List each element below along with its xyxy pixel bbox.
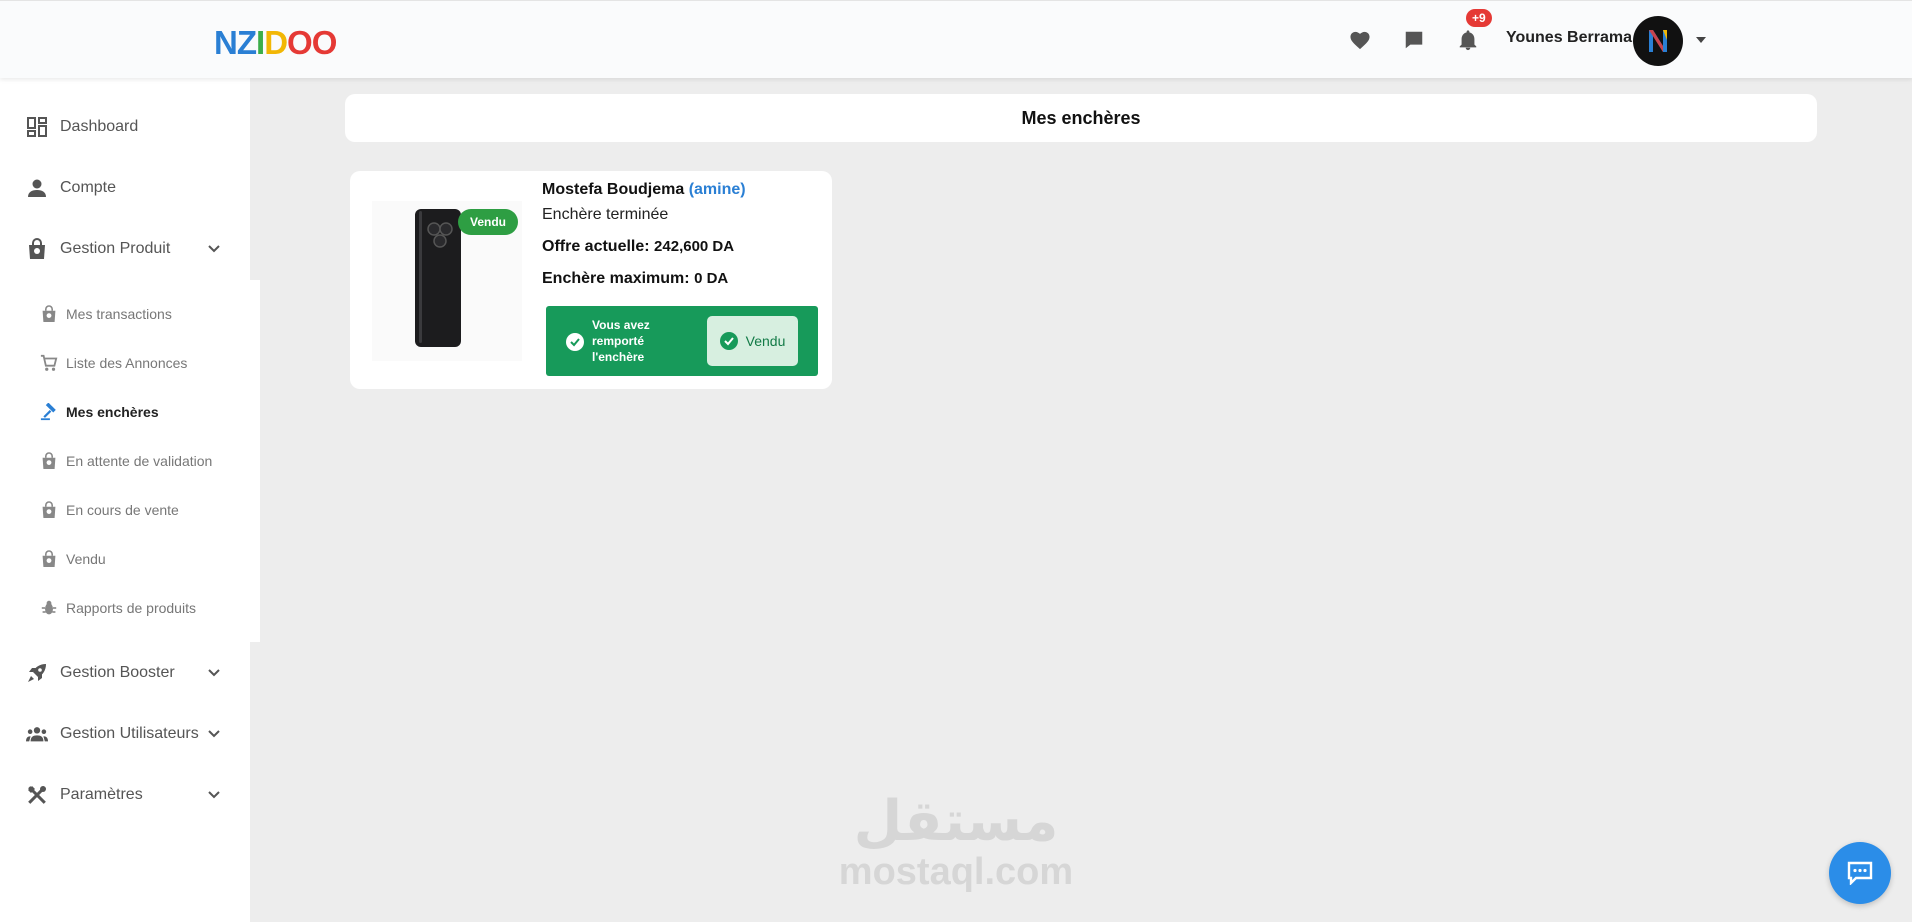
current-offer-label: Offre actuelle: — [542, 238, 650, 255]
sidebar-item-label: Compte — [60, 179, 117, 196]
sidebar-item-label: Gestion Booster — [60, 664, 175, 681]
logo-letter: N — [214, 24, 238, 61]
watermark: مستقل mostaql.com — [836, 789, 1076, 893]
avatar[interactable] — [1633, 16, 1683, 66]
sidebar-item-compte[interactable]: Compte — [26, 173, 222, 203]
seller-fullname: Mostefa Boudjema — [542, 181, 685, 198]
sidebar-item-gestion-utilisateurs[interactable]: Gestion Utilisateurs — [26, 719, 222, 749]
sidebar-subitem-label: Mes enchères — [66, 404, 159, 420]
rocket-icon — [26, 662, 48, 684]
bag-icon — [40, 501, 58, 519]
sidebar-item-label: Paramètres — [60, 786, 143, 803]
auction-won-banner: Vous avez remporté l'enchère Vendu — [546, 306, 818, 376]
gavel-icon — [40, 403, 58, 421]
sidebar-subitem-label: Mes transactions — [66, 306, 172, 322]
sidebar-subitem-label: Liste des Annonces — [66, 355, 188, 371]
page-title: Mes enchères — [1021, 107, 1141, 128]
sidebar-subitem-en-cours[interactable]: En cours de vente — [40, 498, 179, 522]
sidebar-item-gestion-booster[interactable]: Gestion Booster — [26, 658, 222, 688]
sidebar-subitem-mes-encheres[interactable]: Mes enchères — [40, 400, 159, 424]
sidebar-subitem-mes-transactions[interactable]: Mes transactions — [40, 302, 172, 326]
win-message: Vous avez remporté l'enchère — [592, 318, 650, 364]
sidebar-subitem-rapports[interactable]: Rapports de produits — [40, 596, 196, 620]
person-icon — [26, 177, 48, 199]
bag-icon — [40, 452, 58, 470]
logo-letter: O — [287, 24, 313, 61]
top-header: NZIDOO +9 Younes Berrama — [0, 0, 1912, 78]
sidebar-item-label: Gestion Utilisateurs — [60, 725, 199, 742]
sidebar-item-label: Dashboard — [60, 118, 139, 135]
bell-icon[interactable] — [1455, 27, 1481, 53]
max-bid-label: Enchère maximum: — [542, 270, 690, 287]
check-circle-icon — [719, 332, 738, 350]
watermark-latin: mostaql.com — [838, 851, 1074, 893]
chevron-down-icon — [206, 787, 222, 803]
sidebar-item-label: Gestion Produit — [60, 240, 171, 257]
chevron-down-icon — [206, 241, 222, 257]
seller-alias[interactable]: (amine) — [689, 181, 746, 198]
logo-letter: O — [311, 24, 338, 61]
sidebar-subitem-en-attente[interactable]: En attente de validation — [40, 449, 212, 473]
heart-icon[interactable] — [1347, 27, 1373, 53]
sold-button-label: Vendu — [745, 333, 786, 349]
max-bid: Enchère maximum: 0 DA — [542, 270, 728, 288]
sidebar-subitem-liste-des-annonces[interactable]: Liste des Annonces — [40, 351, 187, 375]
chat-bubble-icon[interactable] — [1401, 27, 1427, 53]
chat-icon — [1847, 861, 1873, 885]
check-circle-icon — [566, 333, 584, 351]
sidebar-subitem-vendu[interactable]: Vendu — [40, 547, 106, 571]
sidebar-item-gestion-produit[interactable]: Gestion Produit — [26, 234, 222, 264]
bag-icon — [40, 550, 58, 568]
sidebar-subitem-label: Rapports de produits — [66, 600, 196, 616]
logo-letter: I — [256, 24, 265, 61]
nzidoo-logo[interactable]: NZIDOO — [214, 23, 338, 63]
dashboard-icon — [26, 116, 48, 138]
sidebar-subitem-label: En cours de vente — [66, 502, 179, 518]
auction-status: Enchère terminée — [542, 206, 669, 223]
sidebar-item-dashboard[interactable]: Dashboard — [26, 112, 222, 142]
sold-tag: Vendu — [458, 209, 519, 235]
bug-icon — [40, 599, 58, 617]
tools-icon — [26, 784, 48, 806]
cart-icon — [40, 354, 58, 372]
page-title-card: Mes enchères — [345, 94, 1817, 142]
sold-button[interactable]: Vendu — [707, 316, 798, 366]
username[interactable]: Younes Berrama — [1506, 29, 1632, 47]
chevron-down-icon — [206, 726, 222, 742]
bag-icon — [40, 305, 58, 323]
chat-button[interactable] — [1829, 842, 1891, 904]
seller-name[interactable]: Mostefa Boudjema (amine) — [542, 181, 746, 199]
group-icon — [26, 723, 48, 745]
logo-letter: D — [264, 24, 288, 61]
watermark-arabic: مستقل — [853, 789, 1059, 854]
sidebar-item-parametres[interactable]: Paramètres — [26, 780, 222, 810]
current-offer-value: 242,600 DA — [654, 238, 735, 255]
bag-icon — [26, 238, 48, 260]
max-bid-value: 0 DA — [694, 270, 729, 287]
notification-badge: +9 — [1466, 9, 1492, 27]
sidebar-subitem-label: En attente de validation — [66, 453, 213, 469]
logo-letter: Z — [236, 24, 257, 61]
user-menu-caret-icon[interactable] — [1693, 32, 1709, 48]
current-offer: Offre actuelle: 242,600 DA — [542, 238, 734, 256]
sidebar-subitem-label: Vendu — [66, 551, 106, 567]
chevron-down-icon — [206, 665, 222, 681]
